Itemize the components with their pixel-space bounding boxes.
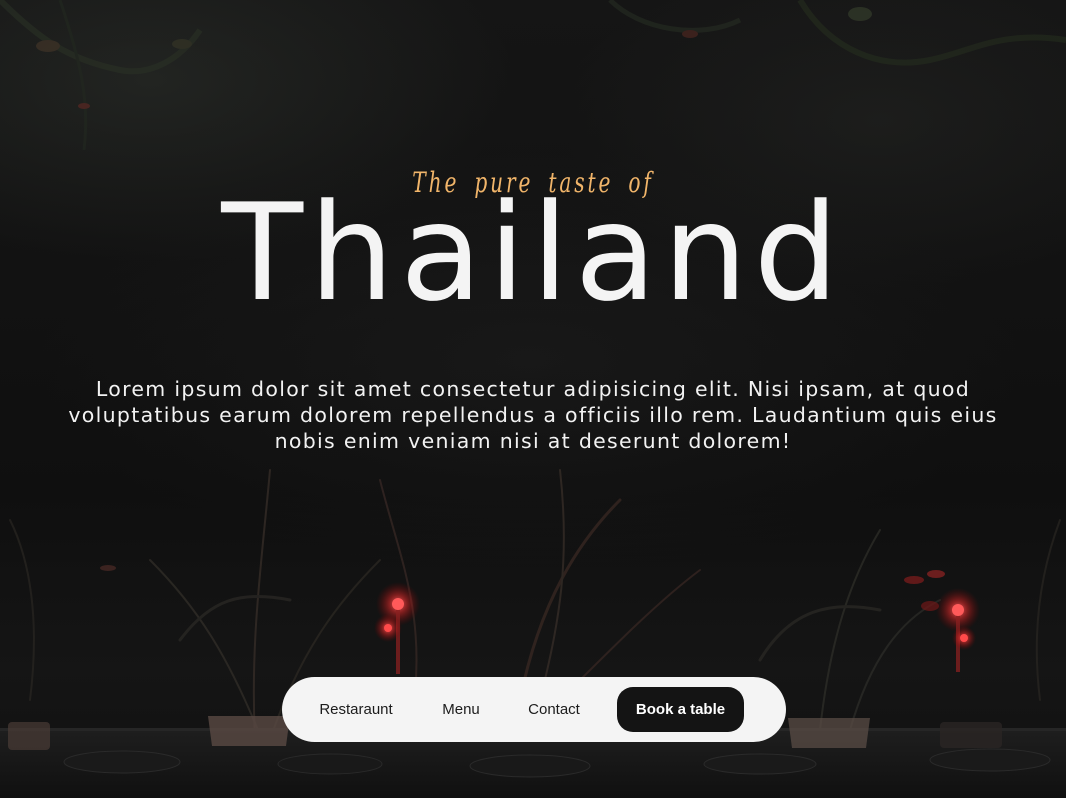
red-leaves: [100, 565, 945, 611]
nav-link-menu[interactable]: Menu: [426, 701, 496, 718]
bottom-navbar: Restaraunt Menu Contact Book a table: [282, 677, 786, 742]
nav-link-restaurant[interactable]: Restaraunt: [300, 701, 412, 718]
hero-title: Thailand: [221, 175, 845, 331]
book-a-table-button[interactable]: Book a table: [617, 687, 744, 732]
foliage-top: [0, 0, 1066, 151]
nav-link-contact[interactable]: Contact: [512, 701, 596, 718]
hero-description: Lorem ipsum dolor sit amet consectetur a…: [68, 377, 998, 453]
candles: [374, 582, 980, 674]
hero-section: The pure taste of Thailand Lorem ipsum d…: [0, 0, 1066, 798]
